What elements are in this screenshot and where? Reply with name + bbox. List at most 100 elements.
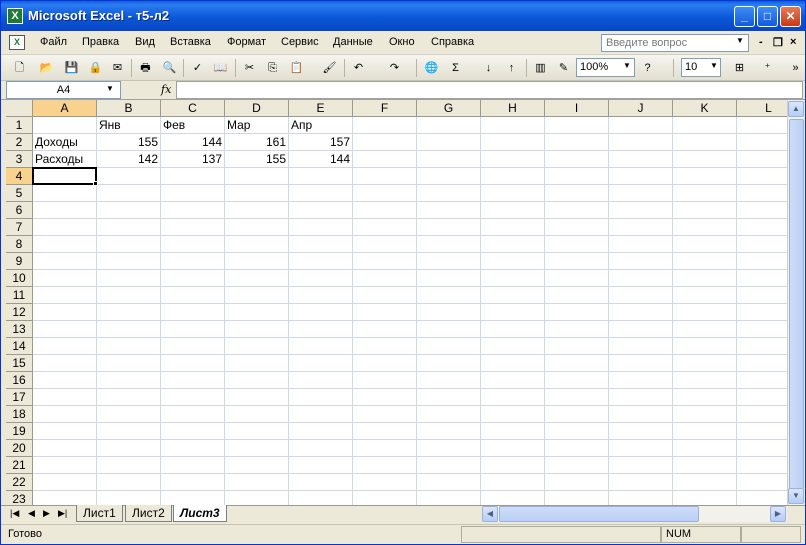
cell-b18[interactable] [97, 406, 161, 423]
title-bar[interactable]: X Microsoft Excel - т5-л2 _ □ ✕ [1, 1, 805, 31]
cell-g14[interactable] [417, 338, 481, 355]
cell-h6[interactable] [481, 202, 545, 219]
cell-d17[interactable] [225, 389, 289, 406]
cell-g19[interactable] [417, 423, 481, 440]
cell-g3[interactable] [417, 151, 481, 168]
cell-i11[interactable] [545, 287, 609, 304]
column-header-g[interactable]: G [417, 100, 481, 117]
cell-d18[interactable] [225, 406, 289, 423]
cell-e20[interactable] [289, 440, 353, 457]
cell-c20[interactable] [161, 440, 225, 457]
cell-k22[interactable] [673, 474, 737, 491]
cell-c2[interactable]: 144 [161, 134, 225, 151]
cell-f19[interactable] [353, 423, 417, 440]
cell-c5[interactable] [161, 185, 225, 202]
vertical-scrollbar[interactable]: ▲ ▼ [787, 100, 804, 505]
cell-j13[interactable] [609, 321, 673, 338]
cell-b8[interactable] [97, 236, 161, 253]
cell-g17[interactable] [417, 389, 481, 406]
cell-g8[interactable] [417, 236, 481, 253]
cell-k21[interactable] [673, 457, 737, 474]
cell-g21[interactable] [417, 457, 481, 474]
cell-g11[interactable] [417, 287, 481, 304]
cell-j20[interactable] [609, 440, 673, 457]
cell-i20[interactable] [545, 440, 609, 457]
cell-c15[interactable] [161, 355, 225, 372]
cell-h19[interactable] [481, 423, 545, 440]
cell-a16[interactable] [33, 372, 97, 389]
cell-h8[interactable] [481, 236, 545, 253]
cell-k8[interactable] [673, 236, 737, 253]
cell-d23[interactable] [225, 491, 289, 505]
cell-b11[interactable] [97, 287, 161, 304]
column-header-f[interactable]: F [353, 100, 417, 117]
cell-b10[interactable] [97, 270, 161, 287]
open-icon[interactable]: 📂 [38, 60, 55, 77]
cell-k15[interactable] [673, 355, 737, 372]
scroll-up-icon[interactable]: ▲ [788, 101, 804, 117]
print-icon[interactable]: 🖶 [137, 60, 154, 77]
cell-j21[interactable] [609, 457, 673, 474]
cell-d1[interactable]: Мар [225, 117, 289, 134]
cell-g15[interactable] [417, 355, 481, 372]
menu-view[interactable]: Вид [135, 36, 155, 48]
cell-d20[interactable] [225, 440, 289, 457]
vertical-scroll-thumb[interactable] [789, 119, 804, 489]
row-header-8[interactable]: 8 [6, 236, 33, 253]
cell-j18[interactable] [609, 406, 673, 423]
cell-k2[interactable] [673, 134, 737, 151]
cell-e9[interactable] [289, 253, 353, 270]
cell-j7[interactable] [609, 219, 673, 236]
cell-a12[interactable] [33, 304, 97, 321]
row-header-9[interactable]: 9 [6, 253, 33, 270]
cell-a4[interactable] [33, 168, 97, 185]
cell-g20[interactable] [417, 440, 481, 457]
cell-k4[interactable] [673, 168, 737, 185]
menu-tools[interactable]: Сервис [281, 36, 319, 48]
row-header-1[interactable]: 1 [6, 117, 33, 134]
cell-e14[interactable] [289, 338, 353, 355]
cell-g12[interactable] [417, 304, 481, 321]
chart-wizard-icon[interactable]: ▥ [532, 60, 549, 77]
cell-k20[interactable] [673, 440, 737, 457]
cell-b13[interactable] [97, 321, 161, 338]
cell-h23[interactable] [481, 491, 545, 505]
name-box-dropdown-icon[interactable]: ▼ [106, 84, 114, 93]
sheet-tab-3[interactable]: Лист3 [173, 505, 227, 522]
print-preview-icon[interactable]: 🔍 [161, 60, 178, 77]
row-header-16[interactable]: 16 [6, 372, 33, 389]
cell-e7[interactable] [289, 219, 353, 236]
cell-i14[interactable] [545, 338, 609, 355]
cell-g9[interactable] [417, 253, 481, 270]
help-dropdown-icon[interactable]: ▼ [736, 36, 744, 45]
column-header-b[interactable]: B [97, 100, 161, 117]
cell-d2[interactable]: 161 [225, 134, 289, 151]
cell-d19[interactable] [225, 423, 289, 440]
cell-g5[interactable] [417, 185, 481, 202]
cell-c4[interactable] [161, 168, 225, 185]
cell-j1[interactable] [609, 117, 673, 134]
cell-a21[interactable] [33, 457, 97, 474]
cell-g7[interactable] [417, 219, 481, 236]
cell-i17[interactable] [545, 389, 609, 406]
row-header-22[interactable]: 22 [6, 474, 33, 491]
cell-d14[interactable] [225, 338, 289, 355]
cell-e12[interactable] [289, 304, 353, 321]
cell-j15[interactable] [609, 355, 673, 372]
cell-d9[interactable] [225, 253, 289, 270]
cell-h15[interactable] [481, 355, 545, 372]
menu-format[interactable]: Формат [227, 36, 266, 48]
cell-g4[interactable] [417, 168, 481, 185]
horizontal-scrollbar[interactable]: ◀ ▶ [482, 506, 787, 522]
cell-b6[interactable] [97, 202, 161, 219]
cell-b14[interactable] [97, 338, 161, 355]
cell-h12[interactable] [481, 304, 545, 321]
cell-f21[interactable] [353, 457, 417, 474]
cell-j12[interactable] [609, 304, 673, 321]
column-header-d[interactable]: D [225, 100, 289, 117]
column-header-k[interactable]: K [673, 100, 737, 117]
cell-a18[interactable] [33, 406, 97, 423]
new-icon[interactable]: 🗋 [11, 60, 28, 77]
cell-a7[interactable] [33, 219, 97, 236]
cell-c13[interactable] [161, 321, 225, 338]
